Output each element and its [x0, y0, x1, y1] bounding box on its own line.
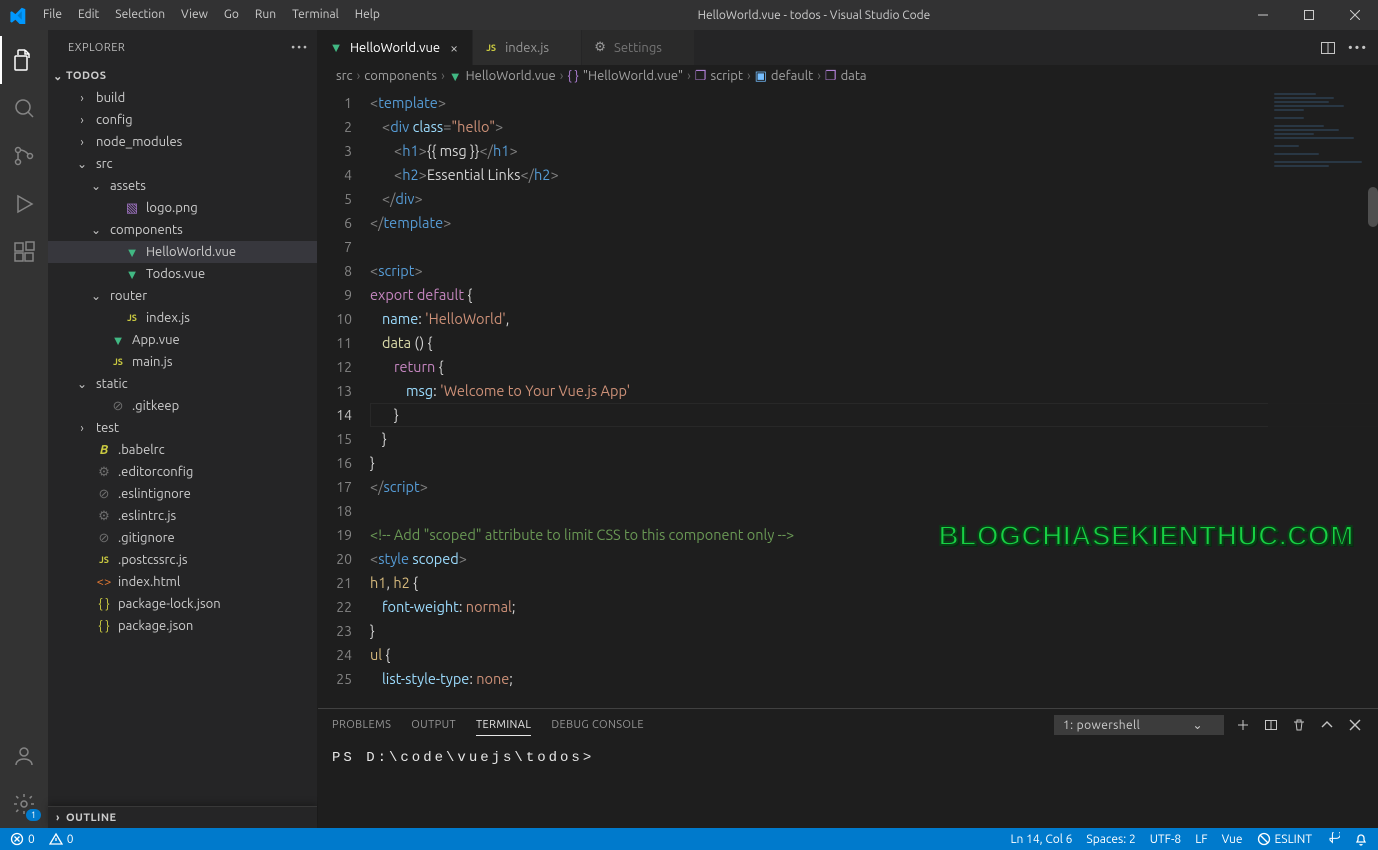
- window-title: HelloWorld.vue - todos - Visual Studio C…: [388, 9, 1240, 22]
- chevron-down-icon: ⌄: [1193, 718, 1203, 732]
- editor-tab[interactable]: ▼HelloWorld.vue×: [318, 30, 473, 65]
- status-eol[interactable]: LF: [1195, 833, 1207, 846]
- activity-account-icon[interactable]: [0, 732, 48, 780]
- explorer-title: EXPLORER: [68, 42, 125, 54]
- close-panel-icon[interactable]: [1346, 716, 1364, 734]
- panel-tab-problems[interactable]: PROBLEMS: [332, 715, 391, 735]
- status-language[interactable]: Vue: [1222, 833, 1243, 846]
- tree-item[interactable]: ⊘.gitkeep: [48, 395, 317, 417]
- tree-item[interactable]: JSindex.js: [48, 307, 317, 329]
- panel-tab-terminal[interactable]: TERMINAL: [476, 715, 531, 736]
- explorer-sidebar: EXPLORER ••• ⌄TODOS ›build›config›node_m…: [48, 30, 318, 828]
- tree-item[interactable]: ▧logo.png: [48, 197, 317, 219]
- minimap[interactable]: [1268, 87, 1378, 708]
- close-tab-icon[interactable]: ×: [446, 40, 462, 56]
- breadcrumb-item[interactable]: ❐data: [825, 69, 867, 84]
- tree-item[interactable]: ⚙.editorconfig: [48, 461, 317, 483]
- tree-item[interactable]: ⌄static: [48, 373, 317, 395]
- status-bell-icon[interactable]: [1354, 832, 1368, 846]
- tree-item[interactable]: ⌄router: [48, 285, 317, 307]
- title-bar: FileEditSelectionViewGoRunTerminalHelp H…: [0, 0, 1378, 30]
- tree-item[interactable]: ⌄components: [48, 219, 317, 241]
- terminal-select[interactable]: 1: powershell ⌄: [1054, 715, 1224, 735]
- tree-item[interactable]: ▼HelloWorld.vue: [48, 241, 317, 263]
- split-editor-icon[interactable]: [1320, 40, 1336, 56]
- maximize-button[interactable]: [1286, 0, 1332, 30]
- tree-item[interactable]: ⊘.eslintignore: [48, 483, 317, 505]
- status-warnings[interactable]: 0: [49, 832, 74, 846]
- menu-edit[interactable]: Edit: [70, 0, 107, 30]
- breadcrumb-item[interactable]: src: [336, 69, 353, 83]
- status-bar: 0 0 Ln 14, Col 6 Spaces: 2 UTF-8 LF Vue …: [0, 828, 1378, 850]
- tree-item[interactable]: B.babelrc: [48, 439, 317, 461]
- terminal-output[interactable]: PS D:\code\vuejs\todos>: [318, 741, 1378, 828]
- status-eslint[interactable]: ESLINT: [1257, 832, 1312, 846]
- menu-help[interactable]: Help: [347, 0, 388, 30]
- split-terminal-icon[interactable]: [1262, 716, 1280, 734]
- menu-view[interactable]: View: [173, 0, 216, 30]
- status-encoding[interactable]: UTF-8: [1150, 833, 1181, 846]
- window-controls: [1240, 0, 1378, 30]
- menu-selection[interactable]: Selection: [107, 0, 173, 30]
- tree-item[interactable]: ⚙.eslintrc.js: [48, 505, 317, 527]
- editor-scrollbar[interactable]: [1364, 87, 1378, 708]
- breadcrumb-item[interactable]: components: [364, 69, 437, 83]
- menu-file[interactable]: File: [35, 0, 70, 30]
- tree-item[interactable]: JS.postcssrc.js: [48, 549, 317, 571]
- breadcrumb-item[interactable]: { }"HelloWorld.vue": [567, 69, 683, 83]
- editor-tabs: ▼HelloWorld.vue×JSindex.js×⚙Settings× ••…: [318, 30, 1378, 65]
- explorer-root[interactable]: ⌄TODOS: [48, 65, 317, 87]
- tree-item[interactable]: { }package.json: [48, 615, 317, 637]
- tree-item[interactable]: ›config: [48, 109, 317, 131]
- breadcrumb-item[interactable]: ▼HelloWorld.vue: [449, 69, 556, 84]
- tree-item[interactable]: ▼Todos.vue: [48, 263, 317, 285]
- editor-tab[interactable]: ⚙Settings×: [582, 30, 695, 65]
- new-terminal-icon[interactable]: [1234, 716, 1252, 734]
- tree-item[interactable]: ›test: [48, 417, 317, 439]
- activity-debug-icon[interactable]: [0, 180, 48, 228]
- tree-item[interactable]: ›node_modules: [48, 131, 317, 153]
- code-editor[interactable]: 1234567891011121314151617181920212223242…: [318, 87, 1378, 708]
- watermark-text: BLOGCHIASEKIENTHUC.COM: [939, 520, 1354, 552]
- breadcrumb-item[interactable]: ▣default: [755, 69, 814, 84]
- tree-item[interactable]: ›build: [48, 87, 317, 109]
- tree-item[interactable]: ⊘.gitignore: [48, 527, 317, 549]
- manage-badge: 1: [26, 809, 41, 821]
- activity-scm-icon[interactable]: [0, 132, 48, 180]
- main-menu: FileEditSelectionViewGoRunTerminalHelp: [35, 0, 388, 30]
- tree-item[interactable]: ▼App.vue: [48, 329, 317, 351]
- tree-item[interactable]: JSmain.js: [48, 351, 317, 373]
- kill-terminal-icon[interactable]: [1290, 716, 1308, 734]
- status-cursor[interactable]: Ln 14, Col 6: [1010, 833, 1072, 846]
- tree-item[interactable]: ⌄assets: [48, 175, 317, 197]
- activity-manage-icon[interactable]: 1: [0, 780, 48, 828]
- panel-tab-debug-console[interactable]: DEBUG CONSOLE: [551, 715, 644, 735]
- breadcrumb-item[interactable]: ❐script: [695, 69, 743, 84]
- tree-item[interactable]: ⌄src: [48, 153, 317, 175]
- status-feedback-icon[interactable]: [1326, 832, 1340, 846]
- status-errors[interactable]: 0: [10, 832, 35, 846]
- status-spaces[interactable]: Spaces: 2: [1086, 833, 1135, 846]
- tab-more-icon[interactable]: •••: [1348, 41, 1368, 55]
- maximize-panel-icon[interactable]: [1318, 716, 1336, 734]
- menu-run[interactable]: Run: [247, 0, 284, 30]
- menu-terminal[interactable]: Terminal: [284, 0, 347, 30]
- minimize-button[interactable]: [1240, 0, 1286, 30]
- activity-explorer-icon[interactable]: [0, 36, 48, 84]
- close-button[interactable]: [1332, 0, 1378, 30]
- vscode-logo-icon: [0, 7, 35, 24]
- breadcrumbs[interactable]: src›components›▼HelloWorld.vue›{ }"Hello…: [318, 65, 1378, 87]
- tree-item[interactable]: <>index.html: [48, 571, 317, 593]
- editor-group: ▼HelloWorld.vue×JSindex.js×⚙Settings× ••…: [318, 30, 1378, 828]
- tree-item[interactable]: { }package-lock.json: [48, 593, 317, 615]
- activity-bar: 1: [0, 30, 48, 828]
- explorer-more-icon[interactable]: •••: [291, 42, 309, 54]
- activity-search-icon[interactable]: [0, 84, 48, 132]
- bottom-panel: PROBLEMS OUTPUT TERMINAL DEBUG CONSOLE 1: p…: [318, 708, 1378, 828]
- panel-tab-output[interactable]: OUTPUT: [411, 715, 456, 735]
- outline-section[interactable]: ›OUTLINE: [48, 806, 317, 828]
- editor-tab[interactable]: JSindex.js×: [473, 30, 582, 65]
- activity-extensions-icon[interactable]: [0, 228, 48, 276]
- menu-go[interactable]: Go: [216, 0, 247, 30]
